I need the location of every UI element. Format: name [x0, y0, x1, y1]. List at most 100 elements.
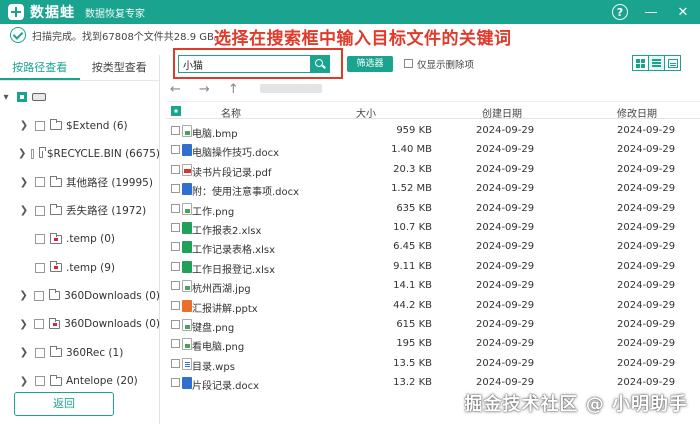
tree-row[interactable]: ❯ 丢失路径 (1972)	[0, 197, 160, 225]
row-checkbox[interactable]	[171, 242, 180, 252]
tree-row[interactable]: ❯ 360Downloads (0)	[0, 310, 160, 338]
table-row[interactable]: 工作日报登记.xlsx 9.11 KB 2024-09-29 2024-09-29	[166, 257, 700, 276]
table-row[interactable]: 汇报讲解.pptx 44.2 KB 2024-09-29 2024-09-29	[166, 296, 700, 315]
tree-row[interactable]: ❯ $RECYCLE.BIN (6675)	[0, 140, 160, 168]
file-modified: 2024-09-29	[617, 221, 676, 233]
tree-checkbox[interactable]	[34, 319, 44, 330]
tree-checkbox[interactable]	[35, 376, 45, 387]
file-modified: 2024-09-29	[617, 144, 676, 156]
table-row[interactable]: 杭州西湖.jpg 14.1 KB 2024-09-29 2024-09-29	[166, 276, 700, 295]
tab-by-type[interactable]: 按类型查看	[80, 55, 160, 80]
back-button[interactable]: 返回	[14, 392, 114, 416]
col-size-header[interactable]: 大小	[356, 105, 376, 120]
file-size: 13.5 KB	[393, 357, 432, 369]
tree-row[interactable]: ❯ 360Rec (1)	[0, 339, 160, 367]
chevron-right-icon[interactable]: ❯	[18, 205, 30, 216]
up-arrow-icon[interactable]: ↑	[228, 82, 239, 97]
table-row[interactable]: 读书片段记录.pdf 20.3 KB 2024-09-29 2024-09-29	[166, 160, 700, 179]
chevron-right-icon[interactable]: ❯	[18, 148, 26, 159]
deleted-only-checkbox[interactable]	[404, 59, 413, 68]
row-checkbox[interactable]	[171, 300, 180, 310]
pdf-file-icon	[182, 163, 192, 176]
chevron-right-icon[interactable]: ❯	[18, 290, 29, 301]
row-checkbox[interactable]	[171, 164, 180, 174]
tree-checkbox[interactable]	[34, 290, 44, 301]
tree-row[interactable]: ❯ 360Downloads (0)	[0, 282, 160, 310]
tree-label: 其他路径 (19995)	[66, 176, 153, 189]
row-checkbox[interactable]	[171, 261, 180, 271]
tree-label: $RECYCLE.BIN (6675)	[46, 147, 160, 160]
tree-row-drive[interactable]: ▾	[0, 83, 160, 111]
app-subtitle: 数据恢复专家	[85, 8, 145, 20]
file-created: 2024-09-29	[476, 144, 535, 156]
minimize-icon[interactable]: —	[642, 3, 660, 21]
chevron-right-icon[interactable]: ❯	[18, 347, 30, 358]
tree-label: 360Downloads (0)	[64, 318, 160, 331]
table-row[interactable]: 键盘.png 615 KB 2024-09-29 2024-09-29	[166, 315, 700, 334]
plus-logo-icon	[8, 4, 24, 20]
row-checkbox[interactable]	[171, 126, 180, 135]
search-input[interactable]	[178, 55, 330, 73]
chevron-right-icon[interactable]: ❯	[18, 120, 30, 131]
tree-checkbox[interactable]	[17, 92, 27, 103]
path-breadcrumb	[260, 84, 322, 93]
table-row[interactable]: 工作记录表格.xlsx 6.45 KB 2024-09-29 2024-09-29	[166, 237, 700, 256]
row-checkbox[interactable]	[171, 339, 180, 349]
file-created: 2024-09-29	[476, 163, 535, 175]
deleted-folder-icon	[50, 261, 62, 273]
back-arrow-icon[interactable]: ←	[170, 82, 181, 97]
col-modified-header[interactable]: 修改日期	[617, 105, 657, 120]
doc-file-icon	[182, 144, 192, 157]
tree-row[interactable]: ❯ 其他路径 (19995)	[0, 168, 160, 196]
help-icon[interactable]: ?	[612, 4, 628, 20]
chevron-right-icon[interactable]: ❯	[18, 319, 29, 330]
chevron-down-icon[interactable]: ▾	[0, 92, 12, 103]
list-view-button[interactable]	[648, 55, 665, 71]
file-size: 6.45 KB	[393, 241, 432, 253]
row-checkbox[interactable]	[171, 281, 180, 291]
close-icon[interactable]: ✕	[674, 3, 692, 21]
table-row[interactable]: 电脑.bmp 959 KB 2024-09-29 2024-09-29	[166, 121, 700, 140]
col-name-header[interactable]: 名称	[221, 105, 241, 120]
search-button[interactable]	[310, 55, 330, 73]
row-checkbox[interactable]	[171, 378, 180, 388]
select-all-checkbox[interactable]	[171, 106, 181, 116]
row-checkbox[interactable]	[171, 358, 180, 368]
file-name: 汇报讲解.pptx	[192, 303, 258, 315]
xls-file-icon	[182, 221, 192, 234]
chevron-right-icon[interactable]: ❯	[18, 177, 30, 188]
table-row[interactable]: 电脑操作技巧.docx 1.40 MB 2024-09-29 2024-09-29	[166, 140, 700, 159]
chevron-right-icon[interactable]: ❯	[18, 376, 30, 387]
table-row[interactable]: 附：使用注意事项.docx 1.52 MB 2024-09-29 2024-09-29	[166, 179, 700, 198]
forward-arrow-icon[interactable]: →	[199, 82, 210, 97]
tree-checkbox[interactable]	[35, 205, 45, 216]
row-checkbox[interactable]	[171, 319, 180, 329]
col-created-header[interactable]: 创建日期	[482, 105, 522, 120]
file-name: 片段记录.docx	[192, 381, 260, 393]
row-checkbox[interactable]	[171, 145, 180, 155]
left-panel: 按路径查看 按类型查看 ▾ ❯ $Extend (6) ❯ $RECYCLE.B…	[0, 55, 160, 424]
tree-row[interactable]: .temp (0)	[0, 225, 160, 253]
table-row[interactable]: 看电脑.png 195 KB 2024-09-29 2024-09-29	[166, 334, 700, 353]
tree-checkbox[interactable]	[35, 234, 45, 245]
filter-button[interactable]: 筛选器	[347, 56, 393, 72]
table-row[interactable]: 工作报表2.xlsx 10.7 KB 2024-09-29 2024-09-29	[166, 218, 700, 237]
deleted-only-label: 仅显示删除项	[417, 60, 475, 71]
tree-checkbox[interactable]	[35, 177, 45, 188]
tree-row[interactable]: .temp (9)	[0, 253, 160, 281]
tree-checkbox[interactable]	[35, 347, 45, 358]
tree-checkbox[interactable]	[31, 148, 35, 159]
table-row[interactable]: 目录.wps 13.5 KB 2024-09-29 2024-09-29	[166, 354, 700, 373]
row-checkbox[interactable]	[171, 184, 180, 194]
detail-view-button[interactable]	[664, 55, 681, 71]
tree-row[interactable]: ❯ $Extend (6)	[0, 111, 160, 139]
table-row[interactable]: 工作.png 635 KB 2024-09-29 2024-09-29	[166, 199, 700, 218]
row-checkbox[interactable]	[171, 222, 180, 232]
file-modified: 2024-09-29	[617, 357, 676, 369]
row-checkbox[interactable]	[171, 203, 180, 213]
tree-checkbox[interactable]	[35, 262, 45, 273]
grid-view-button[interactable]	[632, 55, 649, 71]
file-created: 2024-09-29	[476, 260, 535, 272]
tree-checkbox[interactable]	[35, 120, 45, 131]
tab-by-path[interactable]: 按路径查看	[0, 55, 80, 80]
